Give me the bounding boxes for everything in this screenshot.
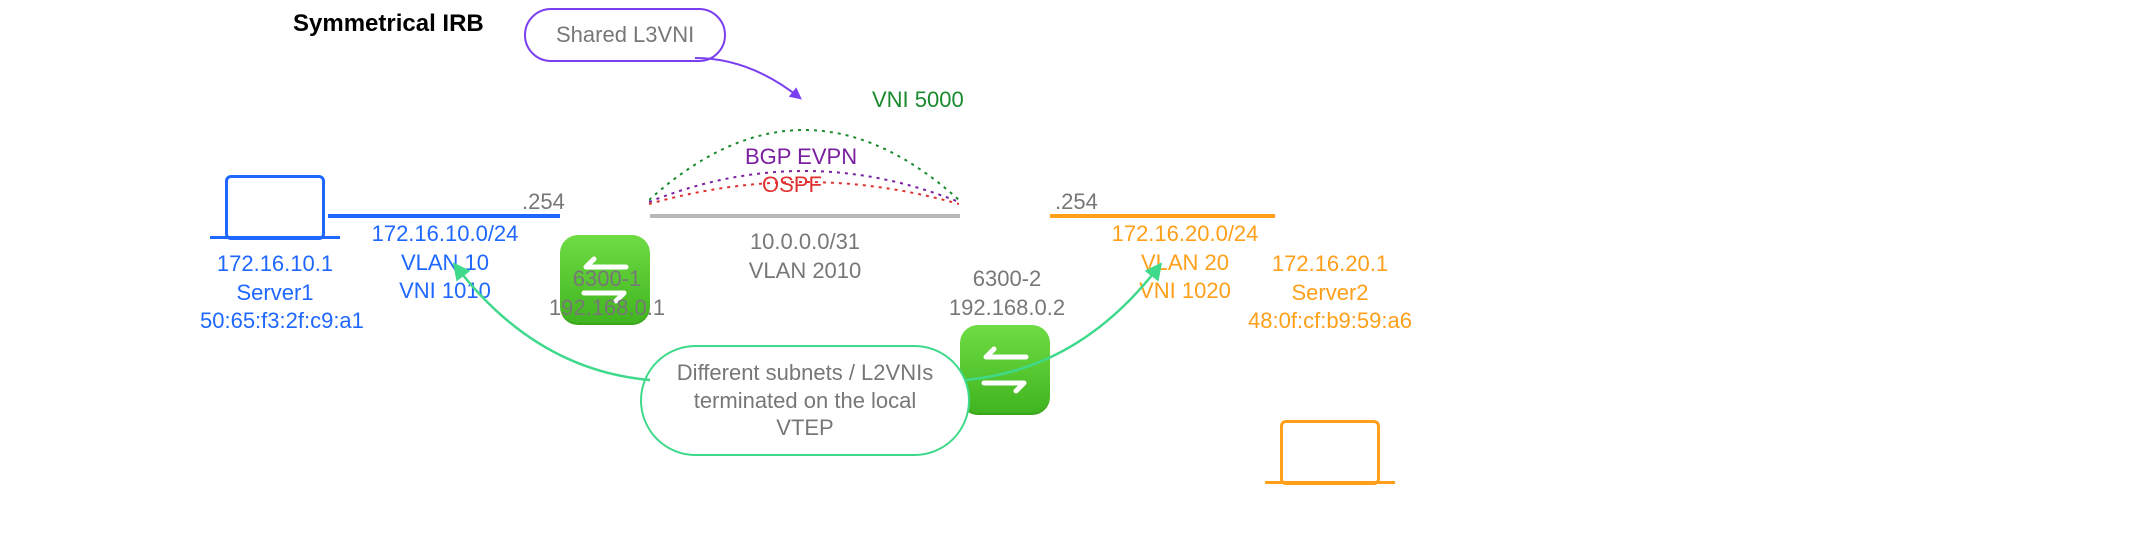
l2vni-arrow-left (445, 255, 655, 385)
diagram-title: Symmetrical IRB (293, 10, 484, 38)
l2vni-arrow-right (960, 255, 1170, 385)
l2vni-bubble-line2: terminated on the local VTEP (672, 387, 938, 442)
server2-mac: 48:0f:cf:b9:59:a6 (1240, 307, 1420, 336)
right-gw-label: .254 (1055, 188, 1098, 217)
core-vlan: VLAN 2010 (730, 257, 880, 286)
server2-icon (1280, 420, 1380, 485)
right-subnet: 172.16.20.0/24 (1095, 220, 1275, 249)
server1-ip: 172.16.10.1 (200, 250, 350, 279)
left-gw-label: .254 (522, 188, 565, 217)
left-subnet: 172.16.10.0/24 (355, 220, 535, 249)
link-core (650, 214, 960, 218)
core-subnet: 10.0.0.0/31 (730, 228, 880, 257)
server1-icon (225, 175, 325, 240)
overlay-arcs (649, 100, 959, 210)
l2vni-bubble-line1: Different subnets / L2VNIs (672, 359, 938, 387)
l3vni-arrow (690, 48, 810, 108)
server1-mac: 50:65:f3:2f:c9:a1 (200, 307, 350, 336)
server1-name: Server1 (200, 279, 350, 308)
server2-ip: 172.16.20.1 (1240, 250, 1420, 279)
l2vni-bubble: Different subnets / L2VNIs terminated on… (640, 345, 970, 456)
server2-name: Server2 (1240, 279, 1420, 308)
